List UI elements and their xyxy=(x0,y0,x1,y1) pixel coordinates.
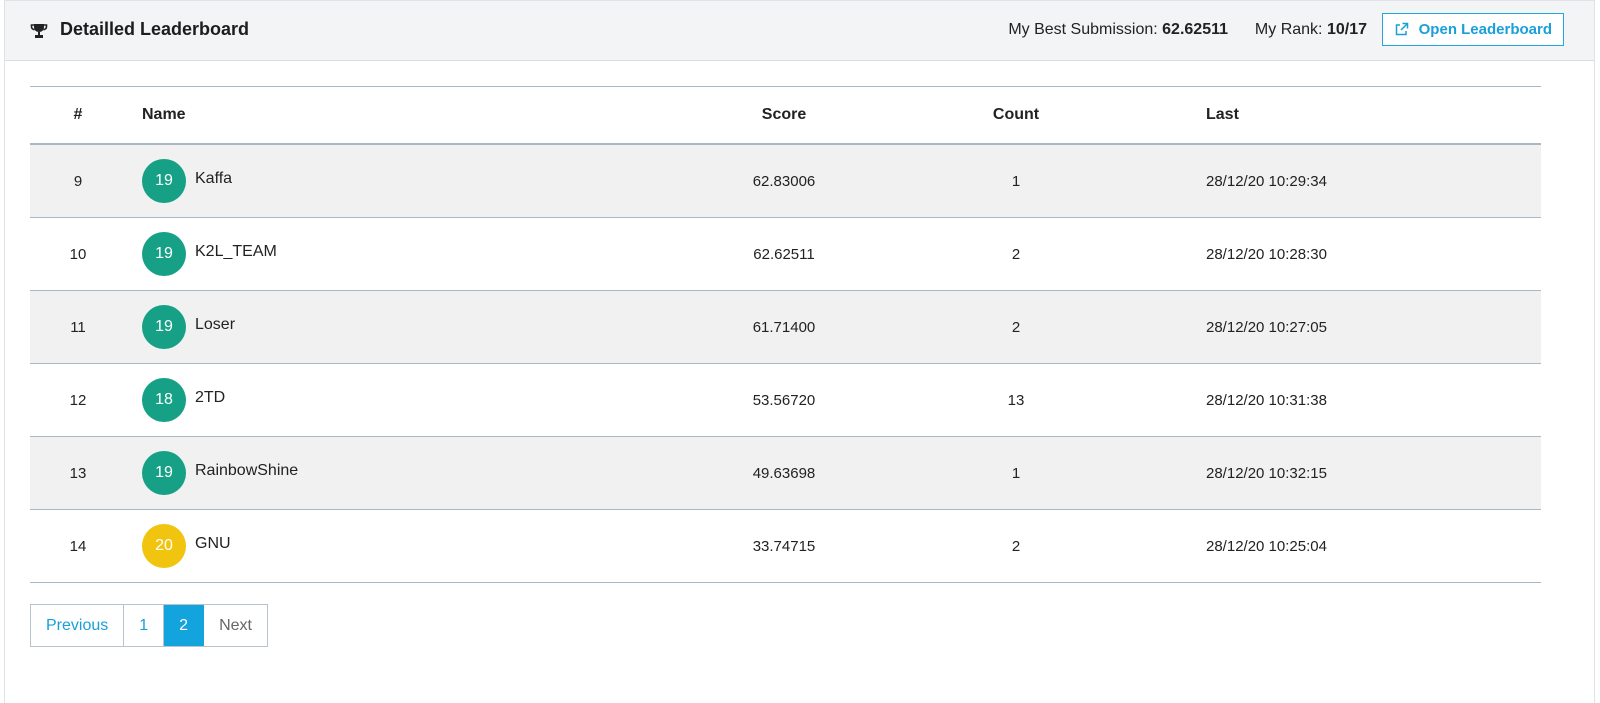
last-cell: 28/12/20 10:25:04 xyxy=(1158,509,1541,583)
pagination: Previous 1 2 Next xyxy=(30,604,268,647)
table-row: 14 20 GNU 33.74715 2 28/12/20 10:25:04 xyxy=(30,509,1541,583)
rank-cell: 13 xyxy=(30,436,126,510)
user-stats: My Best Submission: 62.62511 My Rank: 10… xyxy=(1008,21,1367,39)
leaderboard-panel: Detailled Leaderboard My Best Submission… xyxy=(4,0,1595,703)
team-name: Kaffa xyxy=(195,170,233,187)
rank-cell: 12 xyxy=(30,363,126,437)
count-cell: 1 xyxy=(874,436,1158,510)
level-badge: 20 xyxy=(142,524,186,568)
name-cell: 19 Loser xyxy=(126,290,694,364)
rank-cell: 11 xyxy=(30,290,126,364)
team-name: K2L_TEAM xyxy=(195,243,277,260)
name-cell: 18 2TD xyxy=(126,363,694,437)
team-name: 2TD xyxy=(195,389,226,406)
score-cell: 33.74715 xyxy=(694,509,874,583)
last-cell: 28/12/20 10:27:05 xyxy=(1158,290,1541,364)
count-cell: 2 xyxy=(874,509,1158,583)
team-name: Loser xyxy=(195,316,236,333)
table-row: 11 19 Loser 61.71400 2 28/12/20 10:27:05 xyxy=(30,290,1541,364)
rank-value: 10/17 xyxy=(1326,21,1367,38)
count-cell: 1 xyxy=(874,144,1158,218)
count-cell: 2 xyxy=(874,290,1158,364)
pagination-previous[interactable]: Previous xyxy=(31,605,125,646)
column-header-count: Count xyxy=(874,86,1158,145)
level-badge: 19 xyxy=(142,305,186,349)
score-cell: 62.62511 xyxy=(694,217,874,291)
score-cell: 53.56720 xyxy=(694,363,874,437)
pagination-page-1[interactable]: 1 xyxy=(124,605,165,646)
panel-header: Detailled Leaderboard My Best Submission… xyxy=(5,0,1594,61)
leaderboard-table: # Name Score Count Last 9 19 Kaffa 62.830… xyxy=(30,86,1541,583)
column-header-name: Name xyxy=(126,86,694,145)
last-cell: 28/12/20 10:28:30 xyxy=(1158,217,1541,291)
name-cell: 19 Kaffa xyxy=(126,144,694,218)
level-badge: 19 xyxy=(142,159,186,203)
score-cell: 49.63698 xyxy=(694,436,874,510)
page-title: Detailled Leaderboard xyxy=(60,19,250,39)
table-row: 9 19 Kaffa 62.83006 1 28/12/20 10:29:34 xyxy=(30,144,1541,218)
trophy-icon xyxy=(30,24,48,38)
column-header-last: Last xyxy=(1158,86,1541,145)
team-name: GNU xyxy=(195,535,231,552)
level-badge: 18 xyxy=(142,378,186,422)
last-cell: 28/12/20 10:32:15 xyxy=(1158,436,1541,510)
score-cell: 62.83006 xyxy=(694,144,874,218)
name-cell: 20 GNU xyxy=(126,509,694,583)
rank-cell: 10 xyxy=(30,217,126,291)
rank-cell: 14 xyxy=(30,509,126,583)
table-row: 10 19 K2L_TEAM 62.62511 2 28/12/20 10:28:… xyxy=(30,217,1541,291)
pagination-page-2[interactable]: 2 xyxy=(164,605,205,646)
column-header-score: Score xyxy=(694,86,874,145)
team-name: RainbowShine xyxy=(195,462,299,479)
table-header-row: # Name Score Count Last xyxy=(30,86,1541,145)
open-leaderboard-label: Open Leaderboard xyxy=(1418,21,1552,38)
name-cell: 19 K2L_TEAM xyxy=(126,217,694,291)
table-row: 13 19 RainbowShine 49.63698 1 28/12/20 10… xyxy=(30,436,1541,510)
open-leaderboard-button[interactable]: Open Leaderboard xyxy=(1381,13,1564,46)
table-row: 12 18 2TD 53.56720 13 28/12/20 10:31:38 xyxy=(30,363,1541,437)
name-cell: 19 RainbowShine xyxy=(126,436,694,510)
level-badge: 19 xyxy=(142,232,186,276)
count-cell: 2 xyxy=(874,217,1158,291)
last-cell: 28/12/20 10:31:38 xyxy=(1158,363,1541,437)
rank-cell: 9 xyxy=(30,144,126,218)
pagination-next[interactable]: Next xyxy=(204,605,267,646)
level-badge: 19 xyxy=(142,451,186,495)
rank-label: My Rank: xyxy=(1254,21,1323,38)
last-cell: 28/12/20 10:29:34 xyxy=(1158,144,1541,218)
score-cell: 61.71400 xyxy=(694,290,874,364)
best-submission-value: 62.62511 xyxy=(1162,21,1229,38)
best-submission-label: My Best Submission: xyxy=(1008,21,1158,38)
count-cell: 13 xyxy=(874,363,1158,437)
external-link-icon xyxy=(1395,22,1408,36)
column-header-rank: # xyxy=(30,86,126,145)
